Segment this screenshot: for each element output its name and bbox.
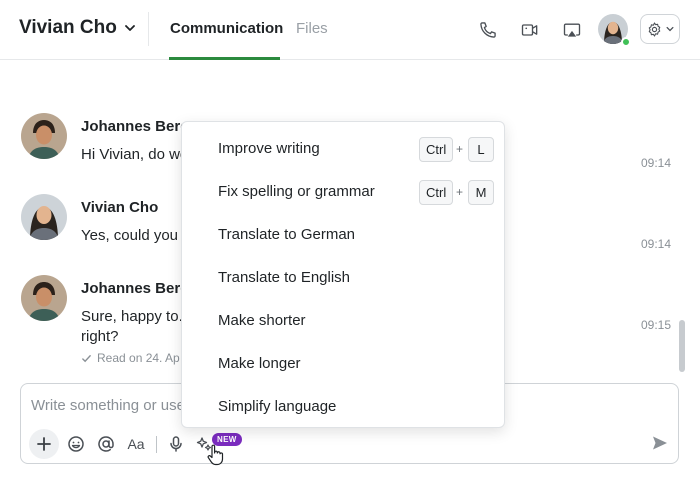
chat-title: Vivian Cho [19, 17, 117, 38]
hand-cursor-icon [207, 444, 224, 466]
read-receipt-text: Read on 24. Ap [97, 351, 180, 365]
avatar-man-icon [21, 275, 67, 321]
avatar-man-icon [21, 113, 67, 159]
screen-share-button[interactable] [560, 18, 584, 42]
toolbar-divider [156, 436, 157, 453]
avatar[interactable] [21, 275, 67, 321]
menu-item-make-longer[interactable]: Make longer [182, 340, 504, 383]
message-timestamp: 09:15 [641, 318, 672, 332]
send-icon [653, 436, 667, 450]
plus-icon [37, 437, 51, 451]
message-text: Sure, happy to. [81, 308, 183, 325]
menu-item-label: Fix spelling or grammar [218, 183, 375, 200]
message-author: Vivian Cho [81, 199, 159, 216]
send-button[interactable] [648, 431, 672, 455]
text-format-button[interactable]: Aa [124, 432, 148, 456]
menu-item-translate-german[interactable]: Translate to German [182, 211, 504, 254]
mention-button[interactable] [94, 432, 118, 456]
avatar[interactable] [21, 113, 67, 159]
video-camera-icon [521, 24, 538, 36]
menu-item-make-shorter[interactable]: Make shorter [182, 297, 504, 340]
phone-call-button[interactable] [476, 18, 500, 42]
chevron-down-icon [666, 26, 673, 32]
phone-icon [480, 22, 496, 38]
shortcut-key-ctrl: Ctrl [419, 180, 454, 205]
menu-item-label: Improve writing [218, 140, 320, 157]
message-author: Johannes Berg [81, 118, 190, 135]
menu-item-fix-spelling[interactable]: Fix spelling or grammar Ctrl + M [182, 168, 504, 211]
tab-communication[interactable]: Communication [170, 20, 283, 37]
screen-share-icon [563, 23, 581, 37]
menu-item-label: Make shorter [218, 312, 306, 329]
shortcut-key-ctrl: Ctrl [419, 137, 454, 162]
message-timestamp: 09:14 [641, 156, 672, 170]
video-call-button[interactable] [518, 18, 542, 42]
chevron-down-icon [124, 25, 135, 31]
avatar[interactable] [21, 194, 67, 240]
shortcut-key: M [468, 180, 494, 205]
chat-header: Vivian Cho Communication Files [0, 0, 700, 60]
menu-item-label: Make longer [218, 355, 301, 372]
settings-menu-button[interactable] [640, 14, 680, 44]
message-text: Hi Vivian, do we [81, 146, 189, 163]
ai-writing-menu: Improve writing Ctrl + L Fix spelling or… [181, 121, 505, 428]
menu-item-label: Translate to English [218, 269, 351, 286]
message-text: right? [81, 328, 119, 345]
check-icon [82, 354, 91, 362]
shortcut-plus: + [456, 142, 464, 156]
message-timestamp: 09:14 [641, 237, 672, 251]
menu-item-improve-writing[interactable]: Improve writing Ctrl + L [182, 125, 504, 168]
presence-indicator [621, 37, 631, 47]
header-divider [148, 12, 149, 46]
menu-item-label: Simplify language [218, 398, 337, 415]
microphone-icon [170, 436, 182, 452]
add-attachment-button[interactable] [29, 429, 59, 459]
message-author: Johannes Berg [81, 280, 190, 297]
menu-item-translate-english[interactable]: Translate to English [182, 254, 504, 297]
read-receipt: Read on 24. Ap [81, 351, 180, 365]
tab-files[interactable]: Files [296, 20, 328, 37]
at-sign-icon [98, 436, 114, 452]
smiley-icon [68, 436, 84, 452]
menu-item-simplify-language[interactable]: Simplify language [182, 383, 504, 426]
message-text: Yes, could you c [81, 227, 190, 244]
avatar-woman-icon [21, 194, 67, 240]
voice-message-button[interactable] [164, 432, 188, 456]
menu-item-label: Translate to German [218, 226, 355, 243]
active-tab-indicator [169, 57, 280, 60]
chat-title-dropdown[interactable]: Vivian Cho [19, 17, 137, 39]
scrollbar[interactable] [679, 320, 685, 372]
shortcut-plus: + [456, 185, 464, 199]
gear-icon [648, 21, 660, 37]
shortcut-key: L [468, 137, 494, 162]
emoji-button[interactable] [64, 432, 88, 456]
